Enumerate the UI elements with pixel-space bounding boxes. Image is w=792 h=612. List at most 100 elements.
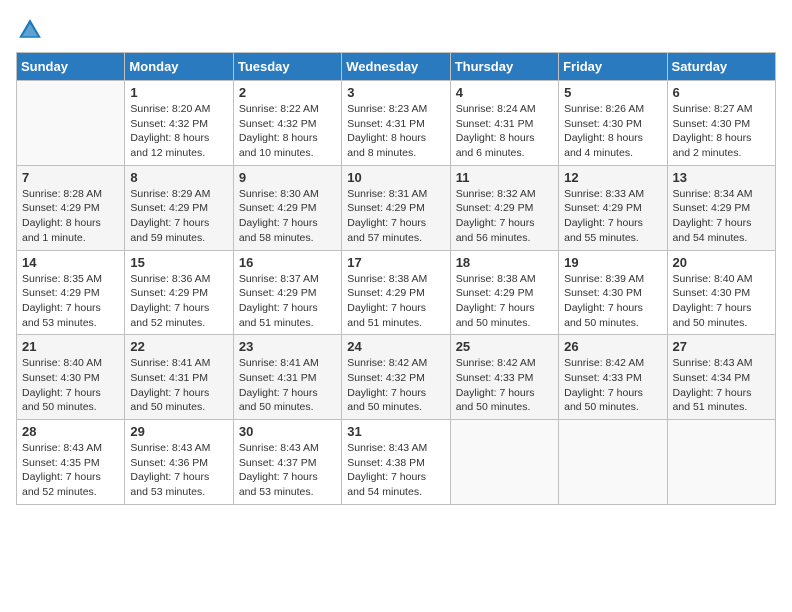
calendar-cell: 29 Sunrise: 8:43 AMSunset: 4:36 PMDaylig… bbox=[125, 420, 233, 505]
day-info: Sunrise: 8:40 AMSunset: 4:30 PMDaylight:… bbox=[673, 272, 770, 331]
calendar-cell: 2 Sunrise: 8:22 AMSunset: 4:32 PMDayligh… bbox=[233, 81, 341, 166]
day-info: Sunrise: 8:43 AMSunset: 4:37 PMDaylight:… bbox=[239, 441, 336, 500]
day-number: 15 bbox=[130, 255, 227, 270]
day-number: 3 bbox=[347, 85, 444, 100]
day-number: 8 bbox=[130, 170, 227, 185]
day-info: Sunrise: 8:24 AMSunset: 4:31 PMDaylight:… bbox=[456, 102, 553, 161]
calendar-cell: 23 Sunrise: 8:41 AMSunset: 4:31 PMDaylig… bbox=[233, 335, 341, 420]
day-info: Sunrise: 8:26 AMSunset: 4:30 PMDaylight:… bbox=[564, 102, 661, 161]
day-info: Sunrise: 8:43 AMSunset: 4:36 PMDaylight:… bbox=[130, 441, 227, 500]
day-number: 2 bbox=[239, 85, 336, 100]
day-number: 4 bbox=[456, 85, 553, 100]
day-info: Sunrise: 8:36 AMSunset: 4:29 PMDaylight:… bbox=[130, 272, 227, 331]
calendar-cell bbox=[667, 420, 775, 505]
calendar-cell: 17 Sunrise: 8:38 AMSunset: 4:29 PMDaylig… bbox=[342, 250, 450, 335]
day-info: Sunrise: 8:32 AMSunset: 4:29 PMDaylight:… bbox=[456, 187, 553, 246]
calendar-week-row: 1 Sunrise: 8:20 AMSunset: 4:32 PMDayligh… bbox=[17, 81, 776, 166]
day-number: 20 bbox=[673, 255, 770, 270]
calendar-week-row: 28 Sunrise: 8:43 AMSunset: 4:35 PMDaylig… bbox=[17, 420, 776, 505]
page-header bbox=[16, 16, 776, 44]
day-number: 6 bbox=[673, 85, 770, 100]
day-info: Sunrise: 8:38 AMSunset: 4:29 PMDaylight:… bbox=[456, 272, 553, 331]
calendar-cell: 19 Sunrise: 8:39 AMSunset: 4:30 PMDaylig… bbox=[559, 250, 667, 335]
day-number: 23 bbox=[239, 339, 336, 354]
calendar-cell: 25 Sunrise: 8:42 AMSunset: 4:33 PMDaylig… bbox=[450, 335, 558, 420]
day-info: Sunrise: 8:33 AMSunset: 4:29 PMDaylight:… bbox=[564, 187, 661, 246]
day-info: Sunrise: 8:20 AMSunset: 4:32 PMDaylight:… bbox=[130, 102, 227, 161]
day-info: Sunrise: 8:43 AMSunset: 4:38 PMDaylight:… bbox=[347, 441, 444, 500]
calendar-week-row: 21 Sunrise: 8:40 AMSunset: 4:30 PMDaylig… bbox=[17, 335, 776, 420]
calendar-cell: 10 Sunrise: 8:31 AMSunset: 4:29 PMDaylig… bbox=[342, 165, 450, 250]
weekday-wednesday: Wednesday bbox=[342, 53, 450, 81]
day-info: Sunrise: 8:29 AMSunset: 4:29 PMDaylight:… bbox=[130, 187, 227, 246]
calendar-cell: 8 Sunrise: 8:29 AMSunset: 4:29 PMDayligh… bbox=[125, 165, 233, 250]
day-number: 28 bbox=[22, 424, 119, 439]
day-info: Sunrise: 8:22 AMSunset: 4:32 PMDaylight:… bbox=[239, 102, 336, 161]
weekday-tuesday: Tuesday bbox=[233, 53, 341, 81]
day-info: Sunrise: 8:41 AMSunset: 4:31 PMDaylight:… bbox=[130, 356, 227, 415]
calendar-cell: 16 Sunrise: 8:37 AMSunset: 4:29 PMDaylig… bbox=[233, 250, 341, 335]
day-info: Sunrise: 8:35 AMSunset: 4:29 PMDaylight:… bbox=[22, 272, 119, 331]
calendar-cell: 3 Sunrise: 8:23 AMSunset: 4:31 PMDayligh… bbox=[342, 81, 450, 166]
calendar-cell: 28 Sunrise: 8:43 AMSunset: 4:35 PMDaylig… bbox=[17, 420, 125, 505]
calendar-cell: 9 Sunrise: 8:30 AMSunset: 4:29 PMDayligh… bbox=[233, 165, 341, 250]
day-number: 1 bbox=[130, 85, 227, 100]
day-number: 30 bbox=[239, 424, 336, 439]
calendar-cell: 14 Sunrise: 8:35 AMSunset: 4:29 PMDaylig… bbox=[17, 250, 125, 335]
day-info: Sunrise: 8:39 AMSunset: 4:30 PMDaylight:… bbox=[564, 272, 661, 331]
day-info: Sunrise: 8:43 AMSunset: 4:35 PMDaylight:… bbox=[22, 441, 119, 500]
day-info: Sunrise: 8:37 AMSunset: 4:29 PMDaylight:… bbox=[239, 272, 336, 331]
day-number: 29 bbox=[130, 424, 227, 439]
day-info: Sunrise: 8:41 AMSunset: 4:31 PMDaylight:… bbox=[239, 356, 336, 415]
calendar-cell: 11 Sunrise: 8:32 AMSunset: 4:29 PMDaylig… bbox=[450, 165, 558, 250]
day-info: Sunrise: 8:34 AMSunset: 4:29 PMDaylight:… bbox=[673, 187, 770, 246]
day-number: 21 bbox=[22, 339, 119, 354]
day-info: Sunrise: 8:23 AMSunset: 4:31 PMDaylight:… bbox=[347, 102, 444, 161]
calendar-cell: 13 Sunrise: 8:34 AMSunset: 4:29 PMDaylig… bbox=[667, 165, 775, 250]
day-number: 27 bbox=[673, 339, 770, 354]
day-number: 13 bbox=[673, 170, 770, 185]
day-number: 5 bbox=[564, 85, 661, 100]
day-info: Sunrise: 8:28 AMSunset: 4:29 PMDaylight:… bbox=[22, 187, 119, 246]
day-number: 25 bbox=[456, 339, 553, 354]
day-number: 14 bbox=[22, 255, 119, 270]
calendar-cell: 7 Sunrise: 8:28 AMSunset: 4:29 PMDayligh… bbox=[17, 165, 125, 250]
day-info: Sunrise: 8:43 AMSunset: 4:34 PMDaylight:… bbox=[673, 356, 770, 415]
day-info: Sunrise: 8:31 AMSunset: 4:29 PMDaylight:… bbox=[347, 187, 444, 246]
calendar-cell: 1 Sunrise: 8:20 AMSunset: 4:32 PMDayligh… bbox=[125, 81, 233, 166]
logo-icon bbox=[16, 16, 44, 44]
calendar-cell bbox=[450, 420, 558, 505]
weekday-header-row: SundayMondayTuesdayWednesdayThursdayFrid… bbox=[17, 53, 776, 81]
calendar-cell: 5 Sunrise: 8:26 AMSunset: 4:30 PMDayligh… bbox=[559, 81, 667, 166]
day-info: Sunrise: 8:40 AMSunset: 4:30 PMDaylight:… bbox=[22, 356, 119, 415]
day-info: Sunrise: 8:42 AMSunset: 4:33 PMDaylight:… bbox=[456, 356, 553, 415]
calendar-cell: 31 Sunrise: 8:43 AMSunset: 4:38 PMDaylig… bbox=[342, 420, 450, 505]
calendar-cell bbox=[559, 420, 667, 505]
calendar-week-row: 14 Sunrise: 8:35 AMSunset: 4:29 PMDaylig… bbox=[17, 250, 776, 335]
calendar-cell: 18 Sunrise: 8:38 AMSunset: 4:29 PMDaylig… bbox=[450, 250, 558, 335]
day-number: 31 bbox=[347, 424, 444, 439]
day-number: 26 bbox=[564, 339, 661, 354]
calendar-cell: 20 Sunrise: 8:40 AMSunset: 4:30 PMDaylig… bbox=[667, 250, 775, 335]
weekday-friday: Friday bbox=[559, 53, 667, 81]
calendar-cell: 27 Sunrise: 8:43 AMSunset: 4:34 PMDaylig… bbox=[667, 335, 775, 420]
day-number: 19 bbox=[564, 255, 661, 270]
weekday-sunday: Sunday bbox=[17, 53, 125, 81]
day-info: Sunrise: 8:27 AMSunset: 4:30 PMDaylight:… bbox=[673, 102, 770, 161]
day-number: 10 bbox=[347, 170, 444, 185]
day-info: Sunrise: 8:42 AMSunset: 4:32 PMDaylight:… bbox=[347, 356, 444, 415]
calendar-cell: 21 Sunrise: 8:40 AMSunset: 4:30 PMDaylig… bbox=[17, 335, 125, 420]
calendar-cell: 12 Sunrise: 8:33 AMSunset: 4:29 PMDaylig… bbox=[559, 165, 667, 250]
day-number: 24 bbox=[347, 339, 444, 354]
day-number: 17 bbox=[347, 255, 444, 270]
calendar-cell: 30 Sunrise: 8:43 AMSunset: 4:37 PMDaylig… bbox=[233, 420, 341, 505]
day-info: Sunrise: 8:38 AMSunset: 4:29 PMDaylight:… bbox=[347, 272, 444, 331]
day-number: 9 bbox=[239, 170, 336, 185]
calendar-table: SundayMondayTuesdayWednesdayThursdayFrid… bbox=[16, 52, 776, 505]
day-info: Sunrise: 8:42 AMSunset: 4:33 PMDaylight:… bbox=[564, 356, 661, 415]
logo bbox=[16, 16, 48, 44]
calendar-cell: 15 Sunrise: 8:36 AMSunset: 4:29 PMDaylig… bbox=[125, 250, 233, 335]
day-number: 16 bbox=[239, 255, 336, 270]
day-info: Sunrise: 8:30 AMSunset: 4:29 PMDaylight:… bbox=[239, 187, 336, 246]
calendar-week-row: 7 Sunrise: 8:28 AMSunset: 4:29 PMDayligh… bbox=[17, 165, 776, 250]
